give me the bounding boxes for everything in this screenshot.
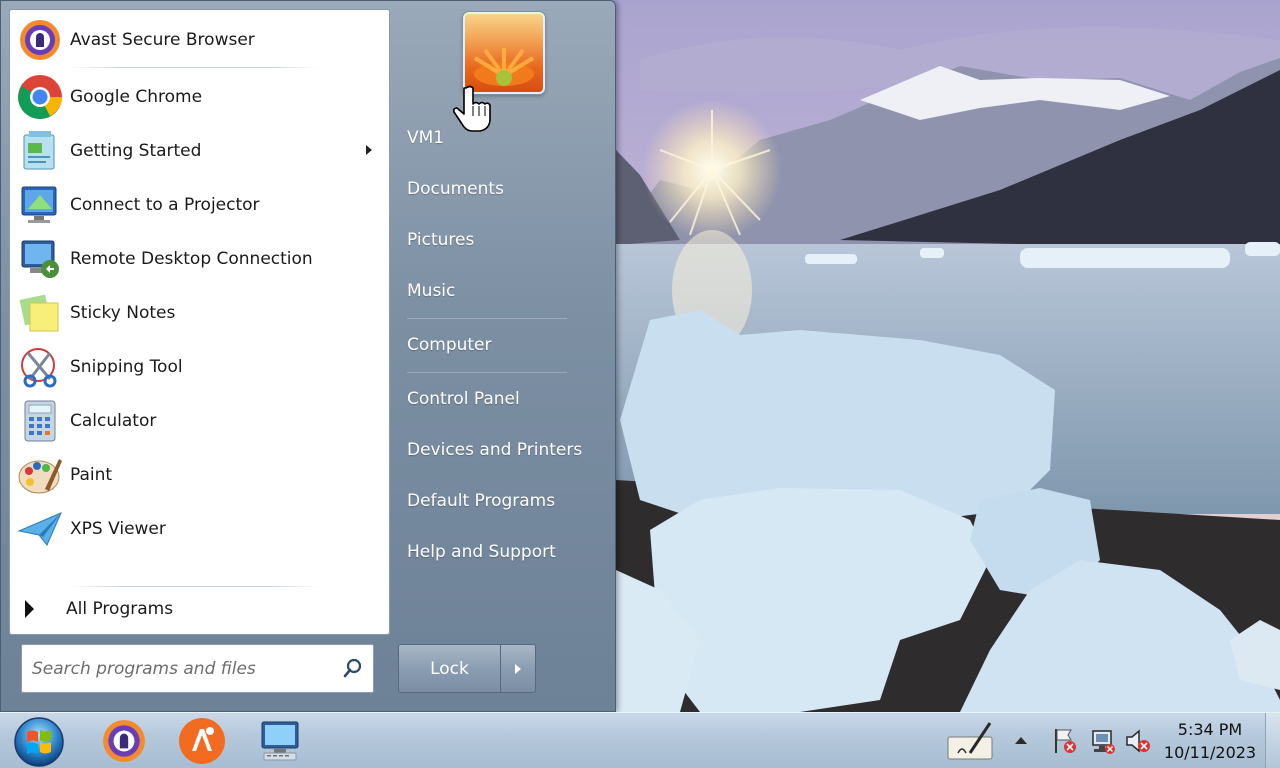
control-panel-link[interactable]: Control Panel xyxy=(397,381,609,417)
program-label: Google Chrome xyxy=(70,87,203,107)
chrome-icon xyxy=(16,73,64,121)
default-programs-link[interactable]: Default Programs xyxy=(397,483,609,519)
computer-link[interactable]: Computer xyxy=(397,327,609,363)
search-input[interactable] xyxy=(32,658,332,679)
search-box[interactable] xyxy=(21,644,374,693)
program-label: Paint xyxy=(70,465,113,485)
network-icon[interactable] xyxy=(1088,727,1116,755)
expand-arrow-icon xyxy=(25,600,34,618)
separator xyxy=(407,318,567,319)
program-xps-viewer[interactable]: XPS Viewer xyxy=(14,504,386,554)
start-button[interactable] xyxy=(13,716,65,768)
separator xyxy=(70,586,320,587)
program-snipping-tool[interactable]: Snipping Tool xyxy=(14,342,386,392)
hand-cursor-icon xyxy=(453,85,491,132)
getting-started-icon xyxy=(16,127,64,175)
snipping-tool-icon xyxy=(16,343,64,391)
clock-time: 5:34 PM xyxy=(1177,720,1243,739)
taskbar-avast-secureline[interactable] xyxy=(176,717,228,765)
lock-button[interactable]: Lock xyxy=(398,644,501,693)
help-and-support-link[interactable]: Help and Support xyxy=(397,534,609,570)
submenu-arrow-icon[interactable] xyxy=(366,145,372,155)
system-clock[interactable]: 5:34 PM 10/11/2023 xyxy=(1158,718,1262,764)
taskbar: 5:34 PM 10/11/2023 xyxy=(0,712,1280,768)
all-programs-button[interactable]: All Programs xyxy=(11,593,371,625)
program-connect-to-a-projector[interactable]: Connect to a Projector xyxy=(14,180,386,230)
avast-secureline-icon xyxy=(179,718,225,764)
program-google-chrome[interactable]: Google Chrome xyxy=(14,72,386,122)
taskbar-remote-desktop[interactable] xyxy=(254,717,306,765)
avast-browser-icon xyxy=(16,16,64,64)
remote-desktop-icon xyxy=(16,235,64,283)
xps-viewer-icon xyxy=(16,505,64,553)
program-label: Remote Desktop Connection xyxy=(70,249,313,269)
program-calculator[interactable]: Calculator xyxy=(14,396,386,446)
program-getting-started[interactable]: Getting Started xyxy=(14,126,386,176)
show-hidden-icons-chevron[interactable] xyxy=(1015,737,1027,744)
pen-input-icon[interactable] xyxy=(946,719,994,763)
all-programs-label: All Programs xyxy=(66,599,174,619)
shutdown-options-button[interactable] xyxy=(501,644,536,693)
program-avast-secure-browser[interactable]: Avast Secure Browser xyxy=(14,15,386,65)
program-paint[interactable]: Paint xyxy=(14,450,386,500)
program-sticky-notes[interactable]: Sticky Notes xyxy=(14,288,386,338)
start-menu: Avast Secure Browser Google Chrome Getti… xyxy=(0,0,616,712)
programs-pane: Avast Secure Browser Google Chrome Getti… xyxy=(9,9,390,635)
documents-link[interactable]: Documents xyxy=(397,171,609,207)
program-label: Getting Started xyxy=(70,141,202,161)
show-desktop-button[interactable] xyxy=(1265,713,1280,768)
music-link[interactable]: Music xyxy=(397,273,609,309)
devices-and-printers-link[interactable]: Devices and Printers xyxy=(397,432,609,468)
remote-desktop-icon xyxy=(261,721,299,761)
action-center-flag-icon[interactable] xyxy=(1052,727,1078,755)
program-label: XPS Viewer xyxy=(70,519,166,539)
separator xyxy=(70,67,320,68)
projector-icon xyxy=(16,181,64,229)
program-remote-desktop-connection[interactable]: Remote Desktop Connection xyxy=(14,234,386,284)
clock-date: 10/11/2023 xyxy=(1163,743,1257,762)
avast-browser-icon xyxy=(103,720,145,762)
user-account-picture[interactable] xyxy=(463,12,545,94)
volume-muted-icon[interactable] xyxy=(1124,727,1152,755)
program-label: Avast Secure Browser xyxy=(70,30,255,50)
taskbar-avast-browser[interactable] xyxy=(98,717,150,765)
sticky-notes-icon xyxy=(16,289,64,337)
program-label: Sticky Notes xyxy=(70,303,176,323)
user-folder-link[interactable]: VM1 xyxy=(397,120,609,156)
paint-icon xyxy=(16,451,64,499)
program-label: Connect to a Projector xyxy=(70,195,260,215)
pictures-link[interactable]: Pictures xyxy=(397,222,609,258)
chevron-right-icon xyxy=(515,663,521,674)
separator xyxy=(407,372,567,373)
program-label: Calculator xyxy=(70,411,157,431)
program-label: Snipping Tool xyxy=(70,357,183,377)
calculator-icon xyxy=(16,397,64,445)
search-icon[interactable] xyxy=(343,658,363,678)
